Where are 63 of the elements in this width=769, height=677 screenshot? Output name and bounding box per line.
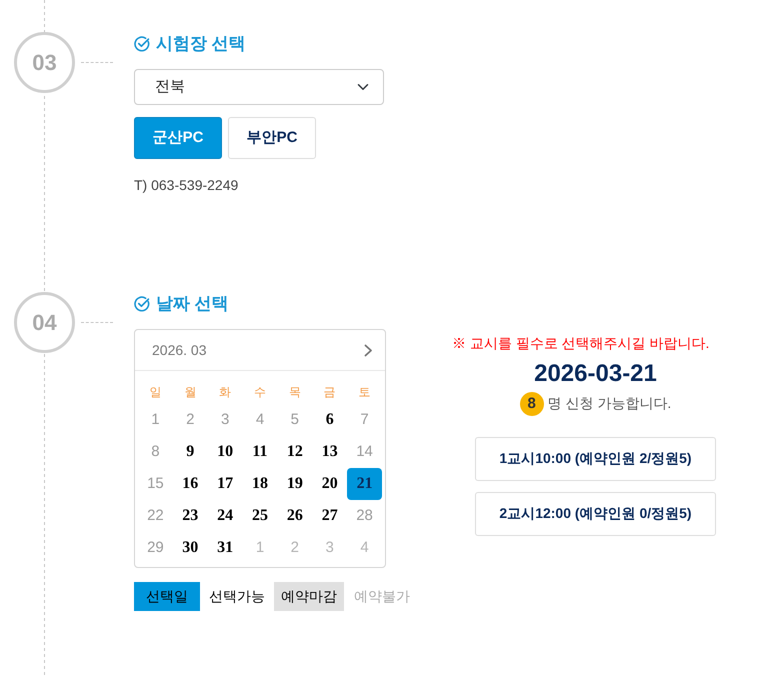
calendar-day: 3 (312, 532, 348, 564)
calendar-day[interactable]: 17 (208, 468, 243, 500)
calendar-day[interactable]: 16 (172, 468, 208, 500)
check-circle-icon (134, 296, 150, 312)
check-circle-icon (134, 36, 150, 52)
calendar-day: 7 (347, 404, 382, 436)
time-slot-button[interactable]: 2교시12:00 (예약인원 0/정원5) (475, 492, 716, 536)
notice-text: ※ 교시를 필수로 선택해주시길 바랍니다. (452, 334, 710, 353)
section-title: 시험장 선택 (156, 33, 246, 55)
calendar-day: 28 (347, 500, 382, 532)
calendar-day: 8 (138, 436, 173, 468)
calendar-day[interactable]: 23 (172, 500, 208, 532)
step-number: 03 (14, 32, 75, 93)
calendar-day: 29 (138, 532, 173, 564)
chevron-right-icon (364, 344, 373, 356)
calendar-day[interactable]: 20 (312, 468, 348, 500)
weekday-label: 월 (183, 384, 198, 400)
region-select[interactable]: 전북 (134, 69, 384, 105)
weekday-label: 수 (252, 384, 267, 400)
calendar-day[interactable]: 19 (277, 468, 312, 500)
calendar-day: 4 (242, 404, 278, 436)
calendar-day[interactable]: 21 (347, 468, 382, 500)
calendar-day[interactable]: 12 (277, 436, 312, 468)
calendar-day: 1 (138, 404, 173, 436)
time-slot-button[interactable]: 1교시10:00 (예약인원 2/정원5) (475, 436, 716, 481)
weekday-label: 화 (218, 384, 232, 400)
availability-text: 명 신청 가능합니다. (548, 394, 672, 414)
calendar-day[interactable]: 6 (312, 404, 348, 436)
weekday-label: 금 (322, 384, 337, 400)
site-button[interactable]: 부안PC (228, 117, 316, 159)
calendar-day: 14 (347, 436, 382, 468)
legend-swatch-label: 예약마감 (274, 582, 344, 611)
calendar-day: 4 (347, 532, 382, 564)
legend-swatch-label: 선택일 (134, 582, 200, 611)
calendar-day: 5 (277, 404, 312, 436)
weekday-label: 일 (148, 384, 162, 400)
calendar-day[interactable]: 11 (242, 436, 278, 468)
selected-date: 2026-03-21 (534, 360, 657, 389)
section-title: 날짜 선택 (156, 293, 229, 315)
count-badge: 8 (520, 392, 544, 416)
weekday-label: 토 (358, 384, 372, 400)
step-number: 04 (14, 292, 75, 353)
calendar-day[interactable]: 13 (312, 436, 348, 468)
calendar-day: 1 (242, 532, 278, 564)
legend-label: 예약불가 (353, 587, 411, 606)
next-month-button[interactable] (364, 344, 373, 356)
calendar-day: 22 (138, 500, 173, 532)
calendar-day[interactable]: 26 (277, 500, 312, 532)
calendar-day[interactable]: 31 (208, 532, 243, 564)
calendar-day[interactable]: 24 (208, 500, 243, 532)
phone-number: T) 063-539-2249 (134, 176, 238, 195)
calendar-day[interactable]: 10 (208, 436, 243, 468)
calendar-day[interactable]: 25 (242, 500, 278, 532)
calendar-day[interactable]: 18 (242, 468, 278, 500)
weekday-label: 목 (288, 384, 302, 400)
calendar-day: 2 (172, 404, 208, 436)
month-label: 2026. 03 (152, 340, 206, 360)
calendar-day: 3 (208, 404, 243, 436)
calendar-day[interactable]: 9 (172, 436, 208, 468)
calendar-day[interactable]: 30 (172, 532, 208, 564)
calendar-day[interactable]: 27 (312, 500, 348, 532)
calendar-day: 15 (138, 468, 173, 500)
calendar-day: 2 (277, 532, 312, 564)
